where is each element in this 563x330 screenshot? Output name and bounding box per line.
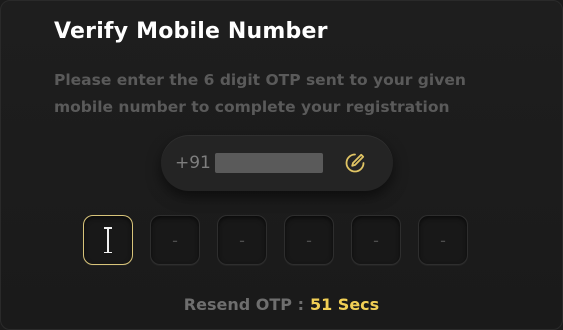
masked-phone-number xyxy=(214,153,323,173)
country-code: +91 xyxy=(175,153,211,173)
text-caret xyxy=(104,227,112,253)
otp-placeholder: - xyxy=(306,230,312,250)
resend-otp-row: Resend OTP : 51 Secs xyxy=(1,295,562,314)
verify-mobile-card: Verify Mobile Number Please enter the 6 … xyxy=(0,0,563,330)
phone-number-display: +91 xyxy=(161,135,393,191)
edit-phone-button[interactable] xyxy=(343,151,367,175)
otp-digit-2[interactable]: - xyxy=(150,215,200,265)
otp-placeholder: - xyxy=(239,230,245,250)
otp-input-group: - - - - - xyxy=(83,215,468,265)
pencil-edit-icon xyxy=(345,153,365,173)
otp-digit-4[interactable]: - xyxy=(284,215,334,265)
otp-digit-1[interactable] xyxy=(83,215,133,265)
resend-otp-label[interactable]: Resend OTP : xyxy=(184,295,304,314)
otp-placeholder: - xyxy=(373,230,379,250)
otp-digit-6[interactable]: - xyxy=(418,215,468,265)
otp-placeholder: - xyxy=(172,230,178,250)
otp-digit-5[interactable]: - xyxy=(351,215,401,265)
otp-placeholder: - xyxy=(440,230,446,250)
resend-countdown: 51 Secs xyxy=(309,295,380,314)
page-title: Verify Mobile Number xyxy=(54,19,328,44)
instructions-text: Please enter the 6 digit OTP sent to you… xyxy=(54,71,466,116)
otp-digit-3[interactable]: - xyxy=(217,215,267,265)
